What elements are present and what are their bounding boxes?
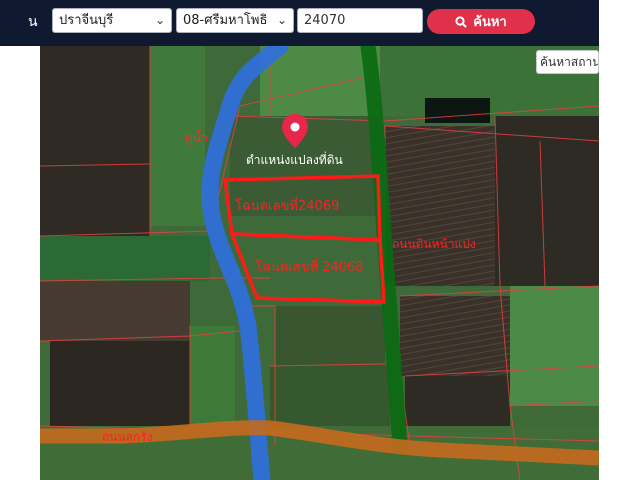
ploughed-field <box>400 296 510 376</box>
search-button[interactable]: ค้นหา <box>427 9 535 34</box>
pond <box>425 98 490 123</box>
field <box>190 326 235 426</box>
province-label: น <box>28 14 38 30</box>
field <box>50 341 190 426</box>
search-icon <box>455 15 468 28</box>
province-value: ปราจีนบุรี <box>59 13 114 28</box>
search-button-label: ค้นหา <box>473 15 507 30</box>
map-canvas <box>40 46 599 480</box>
district-select[interactable]: 08-ศรีมหาโพธิ ⌄ <box>176 8 294 33</box>
chevron-down-icon: ⌄ <box>154 13 165 27</box>
province-select[interactable]: ปราจีนบุรี ⌄ <box>52 8 172 33</box>
field <box>40 281 190 341</box>
field <box>495 116 599 286</box>
field <box>40 236 210 281</box>
field <box>150 46 205 226</box>
field <box>510 286 599 406</box>
right-panel <box>599 0 640 480</box>
district-value: 08-ศรีมหาโพธิ <box>183 13 268 28</box>
field <box>40 46 150 236</box>
satellite-map[interactable]: ตำแหน่งแปลงที่ดิน คูน้ำ โฉนดเลขที่24069 … <box>40 46 599 480</box>
field <box>275 306 385 366</box>
ploughed-field <box>385 126 495 286</box>
chevron-down-icon: ⌄ <box>276 13 287 27</box>
place-search-input[interactable]: ค้นหาสถาน <box>536 50 599 74</box>
deed-number-input[interactable]: 24070 <box>297 8 423 33</box>
